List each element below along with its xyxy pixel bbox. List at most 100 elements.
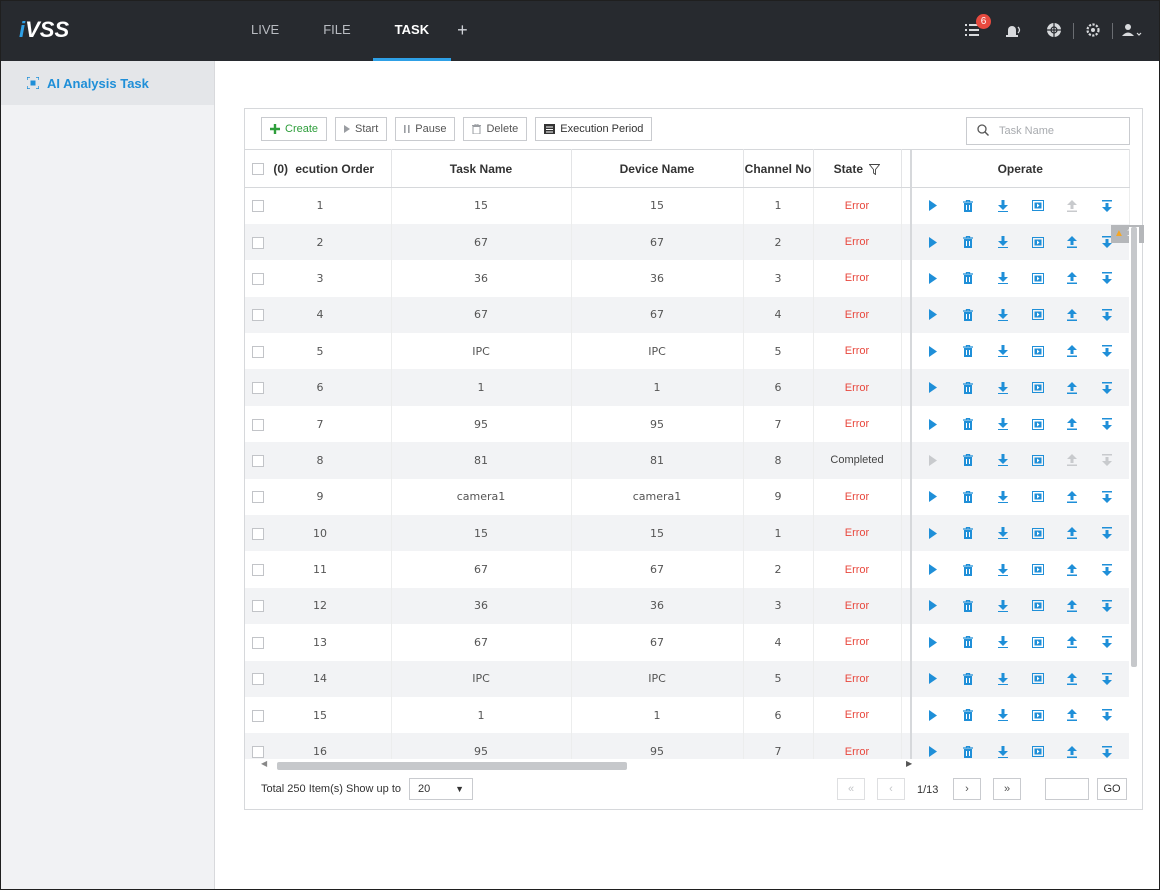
table-row[interactable]: 14 IPC IPC 5 Error [245, 660, 1130, 697]
download-icon[interactable] [996, 235, 1010, 249]
table-row[interactable]: 9 camera1 camera1 9 Error [245, 478, 1130, 516]
create-button[interactable]: Create [261, 117, 328, 141]
delete-task-icon[interactable] [961, 490, 975, 504]
download-icon[interactable] [996, 417, 1010, 431]
network-button[interactable] [1039, 16, 1069, 46]
delete-task-icon[interactable] [961, 635, 975, 649]
next-page-button[interactable]: › [953, 778, 981, 800]
table-row[interactable]: 10 15 15 1 Error [245, 515, 1130, 552]
start-task-icon[interactable] [926, 417, 940, 431]
row-checkbox[interactable] [252, 636, 264, 649]
view-details-icon[interactable] [1031, 199, 1045, 213]
alarm-button[interactable] [999, 16, 1029, 46]
start-task-icon[interactable] [926, 672, 940, 686]
download-icon[interactable] [996, 526, 1010, 540]
task-list-button[interactable]: 6 [959, 14, 991, 46]
move-down-icon[interactable] [1100, 672, 1114, 686]
delete-button[interactable]: Delete [463, 117, 528, 141]
view-details-icon[interactable] [1031, 563, 1045, 577]
view-details-icon[interactable] [1031, 526, 1045, 540]
move-up-icon[interactable] [1065, 453, 1079, 467]
horizontal-scrollbar[interactable]: ◀ ▶ [261, 759, 912, 771]
view-details-icon[interactable] [1031, 635, 1045, 649]
table-row[interactable]: 16 95 95 7 Error [245, 733, 1130, 759]
row-checkbox[interactable] [252, 200, 264, 213]
download-icon[interactable] [996, 308, 1010, 322]
download-icon[interactable] [996, 745, 1010, 759]
move-up-icon[interactable] [1065, 235, 1079, 249]
delete-task-icon[interactable] [961, 563, 975, 577]
page-number-input[interactable] [1045, 778, 1089, 800]
delete-task-icon[interactable] [961, 271, 975, 285]
move-up-icon[interactable] [1065, 599, 1079, 613]
user-menu-button[interactable] [1117, 16, 1147, 46]
view-details-icon[interactable] [1031, 271, 1045, 285]
task-search[interactable] [966, 117, 1130, 145]
start-task-icon[interactable] [926, 635, 940, 649]
view-details-icon[interactable] [1031, 308, 1045, 322]
move-down-icon[interactable] [1100, 563, 1114, 577]
column-header-device-name[interactable]: Device Name [571, 149, 744, 188]
row-checkbox[interactable] [252, 345, 264, 358]
delete-task-icon[interactable] [961, 381, 975, 395]
table-row[interactable]: 15 1 1 6 Error [245, 696, 1130, 734]
row-checkbox[interactable] [252, 709, 264, 722]
last-page-button[interactable]: » [993, 778, 1021, 800]
row-checkbox[interactable] [252, 382, 264, 395]
download-icon[interactable] [996, 199, 1010, 213]
execution-period-button[interactable]: Execution Period [535, 117, 653, 141]
delete-task-icon[interactable] [961, 308, 975, 322]
move-up-icon[interactable] [1065, 308, 1079, 322]
start-task-icon[interactable] [926, 308, 940, 322]
download-icon[interactable] [996, 453, 1010, 467]
download-icon[interactable] [996, 490, 1010, 504]
column-header-task-name[interactable]: Task Name [391, 149, 572, 188]
table-row[interactable]: 3 36 36 3 Error [245, 260, 1130, 297]
view-details-icon[interactable] [1031, 344, 1045, 358]
view-details-icon[interactable] [1031, 708, 1045, 722]
table-row[interactable]: 2 67 67 2 Error [245, 223, 1130, 261]
move-down-icon[interactable] [1100, 453, 1114, 467]
move-down-icon[interactable] [1100, 199, 1114, 213]
row-checkbox[interactable] [252, 236, 264, 249]
sidebar-item-ai-analysis-task[interactable]: AI Analysis Task [1, 61, 214, 105]
tab-file[interactable]: FILE [301, 1, 372, 61]
view-details-icon[interactable] [1031, 490, 1045, 504]
start-task-icon[interactable] [926, 199, 940, 213]
move-down-icon[interactable] [1100, 708, 1114, 722]
download-icon[interactable] [996, 271, 1010, 285]
row-checkbox[interactable] [252, 272, 264, 285]
delete-task-icon[interactable] [961, 708, 975, 722]
row-checkbox[interactable] [252, 418, 264, 431]
row-checkbox[interactable] [252, 309, 264, 322]
filter-icon[interactable] [869, 163, 881, 175]
delete-task-icon[interactable] [961, 599, 975, 613]
move-up-icon[interactable] [1065, 635, 1079, 649]
move-down-icon[interactable] [1100, 635, 1114, 649]
row-checkbox[interactable] [252, 600, 264, 613]
move-up-icon[interactable] [1065, 344, 1079, 358]
delete-task-icon[interactable] [961, 235, 975, 249]
view-details-icon[interactable] [1031, 599, 1045, 613]
move-down-icon[interactable] [1100, 271, 1114, 285]
view-details-icon[interactable] [1031, 381, 1045, 395]
download-icon[interactable] [996, 563, 1010, 577]
first-page-button[interactable]: « [837, 778, 865, 800]
page-size-select[interactable]: 20 ▼ [409, 778, 473, 800]
settings-button[interactable] [1078, 16, 1108, 46]
select-all-checkbox[interactable] [252, 163, 264, 176]
start-task-icon[interactable] [926, 599, 940, 613]
table-row[interactable]: 8 81 81 8 Completed [245, 442, 1130, 479]
download-icon[interactable] [996, 672, 1010, 686]
move-down-icon[interactable] [1100, 526, 1114, 540]
row-checkbox[interactable] [252, 673, 264, 686]
start-task-icon[interactable] [926, 453, 940, 467]
start-task-icon[interactable] [926, 344, 940, 358]
start-task-icon[interactable] [926, 708, 940, 722]
move-up-icon[interactable] [1065, 417, 1079, 431]
view-details-icon[interactable] [1031, 417, 1045, 431]
move-up-icon[interactable] [1065, 271, 1079, 285]
warning-badge[interactable]: ▲ 12 [1111, 225, 1144, 243]
move-up-icon[interactable] [1065, 490, 1079, 504]
view-details-icon[interactable] [1031, 745, 1045, 759]
